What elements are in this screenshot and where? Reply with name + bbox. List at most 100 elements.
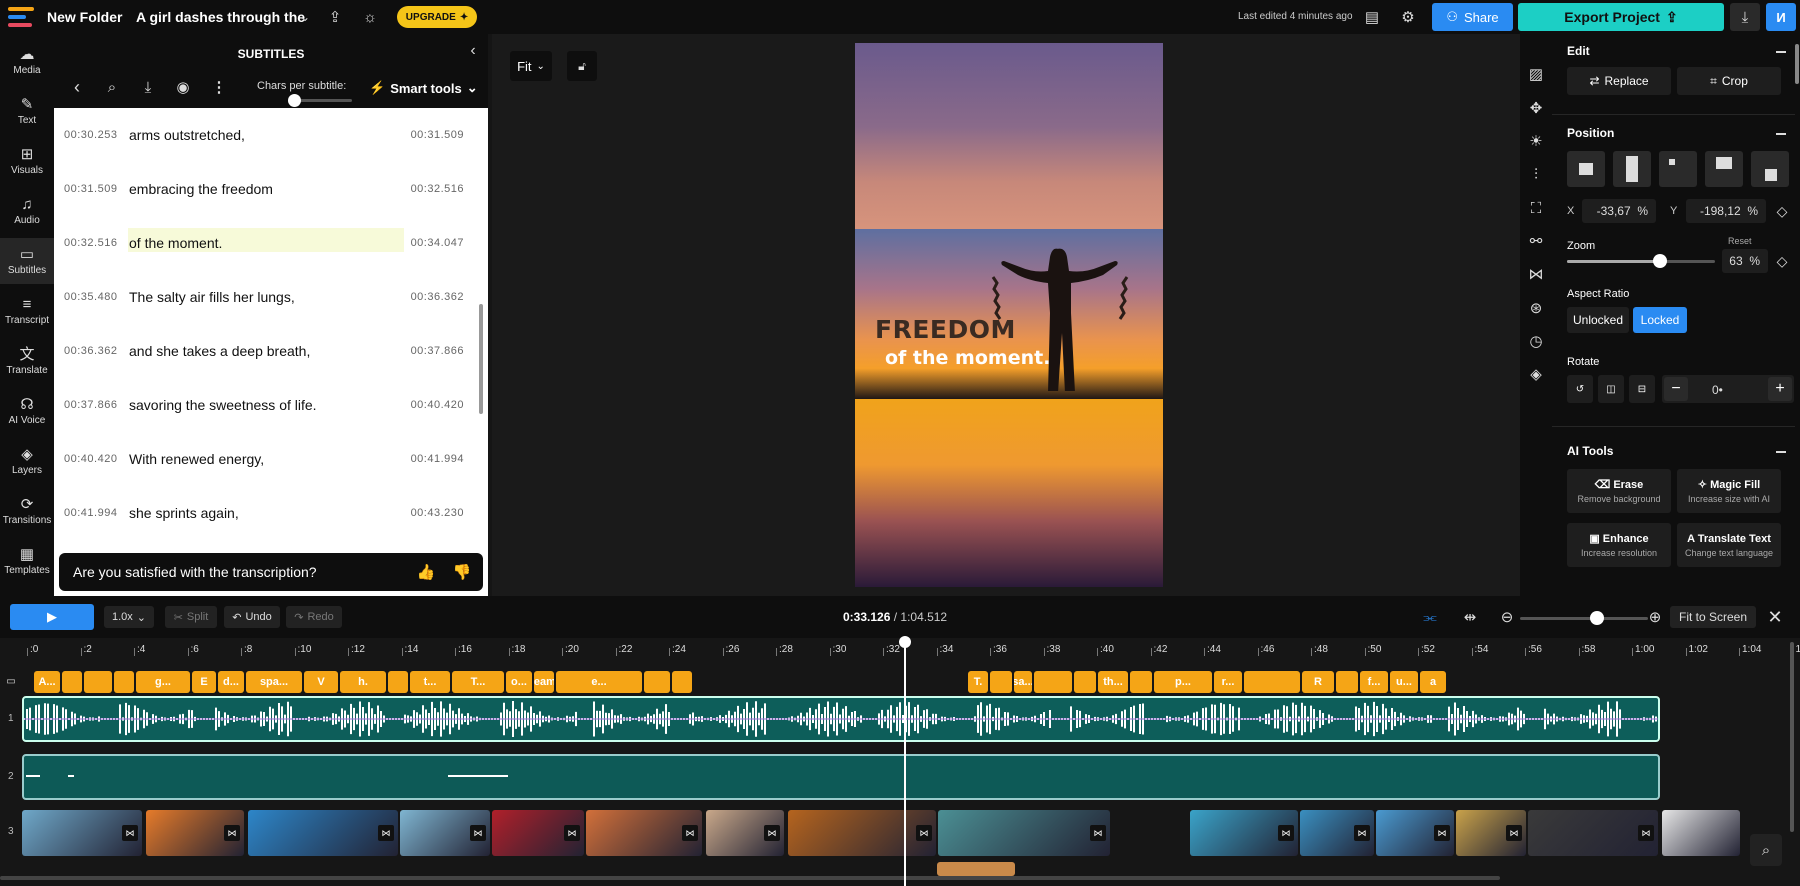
transition-icon[interactable]: ⋈ — [916, 825, 932, 841]
zoom-slider[interactable] — [1567, 254, 1715, 268]
subtitle-end[interactable]: 00:37.866 — [411, 345, 464, 357]
subtitle-text[interactable]: she sprints again, — [129, 505, 239, 521]
subtitle-text[interactable]: of the moment. — [129, 235, 222, 251]
subtitle-end[interactable]: 00:41.994 — [411, 453, 464, 465]
subtitle-end[interactable]: 00:40.420 — [411, 399, 464, 411]
subtitle-text[interactable]: savoring the sweetness of life. — [129, 397, 317, 413]
subtitle-end[interactable]: 00:31.509 — [411, 129, 464, 141]
unlock-button[interactable]: 🔓︎ — [567, 51, 597, 81]
subtitle-clip[interactable] — [1130, 671, 1152, 693]
search-icon[interactable]: ⌕ — [103, 78, 121, 96]
position-top[interactable] — [1705, 151, 1743, 187]
subtitle-start[interactable]: 00:37.866 — [64, 399, 117, 411]
search-button[interactable]: ⌕ — [1750, 834, 1782, 866]
transition-icon[interactable]: ⋈ — [1090, 825, 1106, 841]
transition-icon[interactable]: ⋈ — [682, 825, 698, 841]
subtitle-row[interactable]: 00:40.420 With renewed energy, 00:41.994 — [54, 432, 474, 486]
subtitle-clip[interactable]: V — [304, 671, 338, 693]
rail-item-audio[interactable]: ♫ Audio — [0, 188, 54, 234]
transition-icon[interactable]: ⋈ — [1526, 264, 1546, 284]
subtitle-scrollbar[interactable] — [479, 304, 483, 414]
collapse-edit-icon[interactable] — [1776, 51, 1786, 53]
redo-button[interactable]: ↷ Redo — [286, 606, 342, 628]
subtitle-clip[interactable]: h. — [340, 671, 386, 693]
subtitle-clip[interactable] — [388, 671, 408, 693]
collapse-position-icon[interactable] — [1776, 133, 1786, 135]
playhead-handle[interactable] — [899, 636, 911, 648]
subtitle-clip[interactable] — [990, 671, 1012, 693]
subtitle-end[interactable]: 00:43.230 — [411, 507, 464, 519]
subtitle-clip[interactable]: u... — [1390, 671, 1418, 693]
subtitle-row[interactable]: 00:31.509 embracing the freedom 00:32.516 — [54, 162, 474, 216]
subtitle-clip[interactable] — [672, 671, 692, 693]
download-button[interactable]: ⤓ — [1730, 3, 1760, 31]
subtitle-clip[interactable]: E — [192, 671, 216, 693]
speed-dropdown[interactable]: 1.0x ⌄ — [104, 606, 154, 628]
transition-icon[interactable]: ⋈ — [1354, 825, 1370, 841]
position-fill-height[interactable] — [1613, 151, 1651, 187]
subtitle-clip[interactable]: sa... — [1014, 671, 1032, 693]
enhance-tool[interactable]: ▣ Enhance Increase resolution — [1567, 523, 1671, 567]
subtitle-text[interactable]: The salty air fills her lungs, — [129, 289, 295, 305]
rail-item-transcript[interactable]: ≡ Transcript — [0, 288, 54, 334]
rail-item-visuals[interactable]: ⊞ Visuals — [0, 138, 54, 184]
subtitle-clip[interactable] — [62, 671, 82, 693]
fit-width-icon[interactable]: ⇹ — [1458, 608, 1482, 626]
fit-to-screen-button[interactable]: Fit to Screen — [1670, 606, 1756, 628]
subtitle-clip[interactable]: r... — [1214, 671, 1242, 693]
subtitle-end[interactable]: 00:32.516 — [411, 183, 464, 195]
subtitle-clip[interactable]: o... — [506, 671, 532, 693]
subtitle-clip[interactable] — [114, 671, 134, 693]
audio-clip-2[interactable] — [22, 754, 1660, 800]
subtitle-clip[interactable]: spa... — [246, 671, 302, 693]
transition-icon[interactable]: ⋈ — [378, 825, 394, 841]
video-clip[interactable] — [248, 810, 398, 856]
replace-button[interactable]: ⇄ Replace — [1567, 67, 1671, 95]
subtitle-clip[interactable]: R — [1302, 671, 1334, 693]
gear-icon[interactable]: ⚙ — [1398, 7, 1418, 27]
subtitle-clip[interactable]: f... — [1360, 671, 1388, 693]
more-icon[interactable]: ⋮ — [210, 78, 228, 96]
subtitle-start[interactable]: 00:41.994 — [64, 507, 117, 519]
flip-horizontal-button[interactable]: ◫ — [1598, 375, 1624, 403]
rail-item-media[interactable]: ☁ Media — [0, 38, 54, 84]
chars-slider[interactable] — [288, 94, 352, 107]
subtitle-clip[interactable]: T. — [968, 671, 988, 693]
subtitle-clip[interactable] — [1244, 671, 1300, 693]
props-scrollbar[interactable] — [1795, 44, 1799, 84]
rotate-value[interactable]: 0• — [1712, 383, 1723, 397]
rail-item-subtitles[interactable]: ▭ Subtitles — [0, 238, 54, 284]
timeline-zoom-handle[interactable] — [1589, 611, 1604, 625]
zoom-slider-handle[interactable] — [1653, 254, 1668, 268]
video-clip[interactable] — [788, 810, 936, 856]
keyframe-x-y-icon[interactable]: ◇ — [1773, 202, 1791, 220]
subtitle-clip[interactable] — [84, 671, 112, 693]
transition-icon[interactable]: ⋈ — [564, 825, 580, 841]
transition-icon[interactable]: ⋈ — [764, 825, 780, 841]
undo-button[interactable]: ↶ Undo — [224, 606, 280, 628]
subtitle-text[interactable]: arms outstretched, — [129, 127, 245, 143]
transition-icon[interactable]: ⋈ — [1434, 825, 1450, 841]
folder-name[interactable]: New Folder — [47, 9, 122, 25]
subtitle-row[interactable]: 00:36.362 and she takes a deep breath, 00:… — [54, 324, 474, 378]
thumbs-down-icon[interactable]: 👎 — [453, 563, 472, 581]
playhead[interactable] — [904, 638, 906, 886]
crop-button[interactable]: ⌗ Crop — [1677, 67, 1781, 95]
rail-item-layers[interactable]: ◈ Layers — [0, 438, 54, 484]
video-preview[interactable]: FREEDOM of the moment. — [855, 43, 1163, 587]
subtitle-clip[interactable] — [1336, 671, 1358, 693]
subtitle-end[interactable]: 00:34.047 — [411, 237, 464, 249]
keyframe-zoom-icon[interactable]: ◇ — [1773, 252, 1791, 270]
rotate-ccw-button[interactable]: ↺ — [1567, 375, 1593, 403]
export-project-button[interactable]: Export Project ⇪ — [1518, 3, 1724, 31]
upgrade-button[interactable]: UPGRADE ✦ — [397, 6, 477, 28]
subtitle-clip[interactable] — [1034, 671, 1072, 693]
layers-icon[interactable]: ◈ — [1526, 364, 1546, 384]
subtitle-start[interactable]: 00:31.509 — [64, 183, 117, 195]
subtitle-end[interactable]: 00:36.362 — [411, 291, 464, 303]
subtitle-text[interactable]: With renewed energy, — [129, 451, 264, 467]
comments-icon[interactable]: ▤ — [1362, 7, 1382, 27]
subtitle-clip[interactable]: t... — [410, 671, 450, 693]
position-top-left[interactable] — [1659, 151, 1697, 187]
rotate-minus-button[interactable]: − — [1664, 377, 1688, 401]
